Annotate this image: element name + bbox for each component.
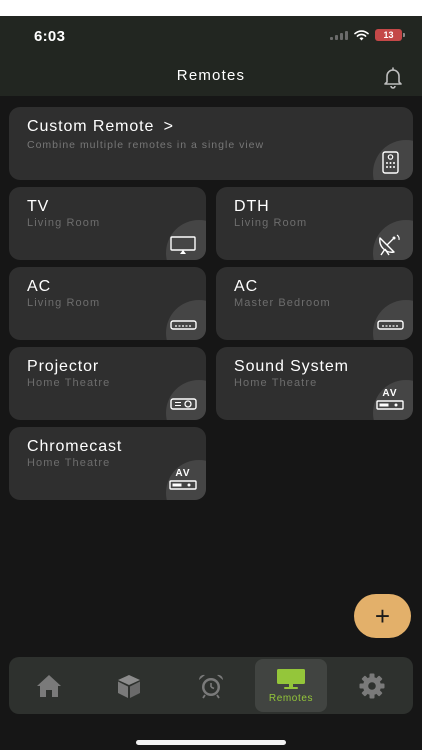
gear-icon <box>359 673 385 698</box>
remote-name: DTH <box>234 198 270 215</box>
home-indicator[interactable] <box>136 740 286 745</box>
remote-card-chromecast[interactable]: Chromecast Home Theatre AV <box>9 427 206 500</box>
remote-card-dth[interactable]: DTH Living Room <box>216 187 413 260</box>
tv-icon <box>170 236 196 254</box>
status-icons: 13 <box>330 29 405 41</box>
bell-icon[interactable] <box>381 65 405 89</box>
remote-room: Home Theatre <box>27 377 111 389</box>
custom-remote-subtitle: Combine multiple remotes in a single vie… <box>27 139 265 151</box>
page-title: Remotes <box>176 67 246 84</box>
tab-remotes-label: Remotes <box>268 692 314 704</box>
remote-room: Living Room <box>234 217 308 229</box>
alarm-clock-icon <box>198 674 224 698</box>
tab-alarms[interactable] <box>191 659 231 712</box>
remote-name: Projector <box>27 358 100 375</box>
tab-bar: Remotes <box>9 657 413 714</box>
remote-room: Master Bedroom <box>234 297 331 309</box>
battery-icon: 13 <box>375 29 405 41</box>
air-conditioner-icon <box>170 320 197 330</box>
status-time: 6:03 <box>34 28 66 45</box>
monitor-icon <box>277 668 305 689</box>
remote-card-tv[interactable]: TV Living Room <box>9 187 206 260</box>
av-receiver-icon: AV <box>376 389 404 410</box>
remote-name: AC <box>234 278 259 295</box>
air-conditioner-icon <box>377 320 404 330</box>
cellular-signal-icon <box>330 30 348 40</box>
tab-settings[interactable] <box>352 659 392 712</box>
remote-control-icon <box>382 151 399 174</box>
cube-icon <box>118 674 140 698</box>
home-icon <box>37 674 61 697</box>
remote-card-sound-system[interactable]: Sound System Home Theatre AV <box>216 347 413 420</box>
header: 6:03 13 Remotes <box>0 16 422 96</box>
remote-room: Home Theatre <box>234 377 318 389</box>
remote-card-projector[interactable]: Projector Home Theatre <box>9 347 206 420</box>
chevron-right-icon: > <box>163 118 174 135</box>
app-screen: 6:03 13 Remotes Custom Remote > Combine … <box>0 16 422 750</box>
custom-remote-card[interactable]: Custom Remote > Combine multiple remotes… <box>9 107 413 180</box>
remote-card-ac-living-room[interactable]: AC Living Room <box>9 267 206 340</box>
plus-icon: + <box>374 601 391 631</box>
av-badge-text: AV <box>175 468 191 479</box>
av-receiver-icon: AV <box>169 469 197 490</box>
projector-icon <box>170 398 197 410</box>
satellite-dish-icon <box>379 234 400 256</box>
remote-name: TV <box>27 198 50 215</box>
remote-room: Living Room <box>27 297 101 309</box>
add-remote-button[interactable]: + <box>354 594 411 638</box>
av-badge-text: AV <box>382 388 398 399</box>
tab-home[interactable] <box>29 659 69 712</box>
remote-room: Living Room <box>27 217 101 229</box>
remote-card-ac-master-bedroom[interactable]: AC Master Bedroom <box>216 267 413 340</box>
remote-name: AC <box>27 278 52 295</box>
custom-remote-title: Custom Remote <box>27 118 155 135</box>
remote-name: Chromecast <box>27 438 123 455</box>
tab-devices[interactable] <box>109 659 149 712</box>
battery-level: 13 <box>383 30 394 40</box>
custom-remote-title-row: Custom Remote > <box>27 118 174 136</box>
wifi-icon <box>354 29 369 40</box>
remote-room: Home Theatre <box>27 457 111 469</box>
remote-name: Sound System <box>234 358 349 375</box>
tab-remotes[interactable]: Remotes <box>255 659 327 712</box>
